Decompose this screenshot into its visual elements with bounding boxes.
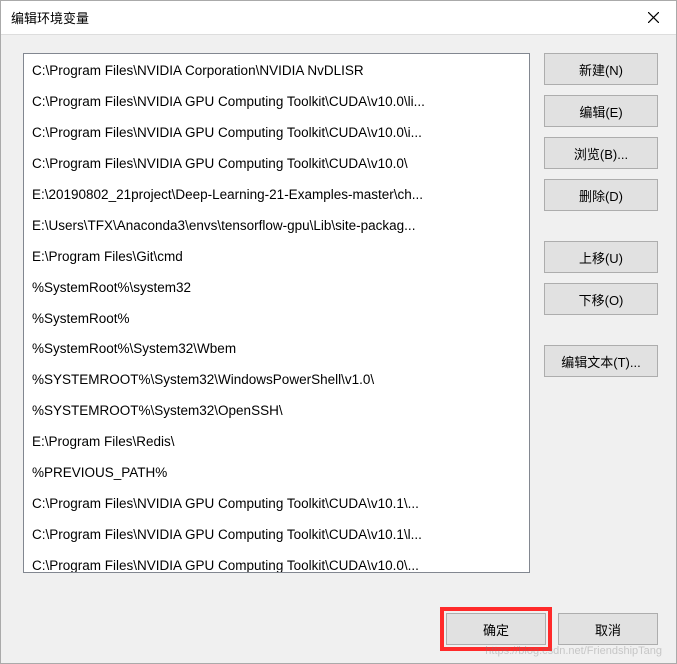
- env-var-dialog: 编辑环境变量 C:\Program Files\NVIDIA Corporati…: [0, 0, 677, 664]
- dialog-body: C:\Program Files\NVIDIA Corporation\NVID…: [1, 35, 676, 605]
- move-down-button[interactable]: 下移(O): [544, 283, 658, 315]
- edit-button[interactable]: 编辑(E): [544, 95, 658, 127]
- list-item[interactable]: C:\Program Files\NVIDIA GPU Computing To…: [24, 489, 529, 520]
- list-item[interactable]: %SYSTEMROOT%\System32\WindowsPowerShell\…: [24, 365, 529, 396]
- list-item[interactable]: %PREVIOUS_PATH%: [24, 458, 529, 489]
- sidebar-buttons: 新建(N) 编辑(E) 浏览(B)... 删除(D) 上移(U) 下移(O) 编…: [544, 53, 658, 593]
- list-item[interactable]: C:\Program Files\NVIDIA GPU Computing To…: [24, 520, 529, 551]
- list-item[interactable]: C:\Program Files\NVIDIA GPU Computing To…: [24, 551, 529, 573]
- cancel-button[interactable]: 取消: [558, 613, 658, 645]
- delete-button[interactable]: 删除(D): [544, 179, 658, 211]
- path-listbox[interactable]: C:\Program Files\NVIDIA Corporation\NVID…: [23, 53, 530, 573]
- edit-text-button[interactable]: 编辑文本(T)...: [544, 345, 658, 377]
- list-item[interactable]: C:\Program Files\NVIDIA GPU Computing To…: [24, 149, 529, 180]
- list-item[interactable]: %SystemRoot%\system32: [24, 273, 529, 304]
- list-item[interactable]: C:\Program Files\NVIDIA GPU Computing To…: [24, 87, 529, 118]
- dialog-footer: 确定 取消: [1, 605, 676, 663]
- close-icon: [648, 12, 659, 23]
- list-item[interactable]: %SystemRoot%\System32\Wbem: [24, 334, 529, 365]
- list-item[interactable]: C:\Program Files\NVIDIA GPU Computing To…: [24, 118, 529, 149]
- window-title: 编辑环境变量: [11, 8, 89, 27]
- list-item[interactable]: %SystemRoot%: [24, 304, 529, 335]
- move-up-button[interactable]: 上移(U): [544, 241, 658, 273]
- list-item[interactable]: E:\Users\TFX\Anaconda3\envs\tensorflow-g…: [24, 211, 529, 242]
- new-button[interactable]: 新建(N): [544, 53, 658, 85]
- list-item[interactable]: E:\20190802_21project\Deep-Learning-21-E…: [24, 180, 529, 211]
- browse-button[interactable]: 浏览(B)...: [544, 137, 658, 169]
- titlebar: 编辑环境变量: [1, 1, 676, 35]
- list-item[interactable]: %SYSTEMROOT%\System32\OpenSSH\: [24, 396, 529, 427]
- list-item[interactable]: E:\Program Files\Git\cmd: [24, 242, 529, 273]
- ok-button[interactable]: 确定: [446, 613, 546, 645]
- list-item[interactable]: E:\Program Files\Redis\: [24, 427, 529, 458]
- list-container: C:\Program Files\NVIDIA Corporation\NVID…: [23, 53, 530, 593]
- close-button[interactable]: [630, 1, 676, 35]
- list-item[interactable]: C:\Program Files\NVIDIA Corporation\NVID…: [24, 56, 529, 87]
